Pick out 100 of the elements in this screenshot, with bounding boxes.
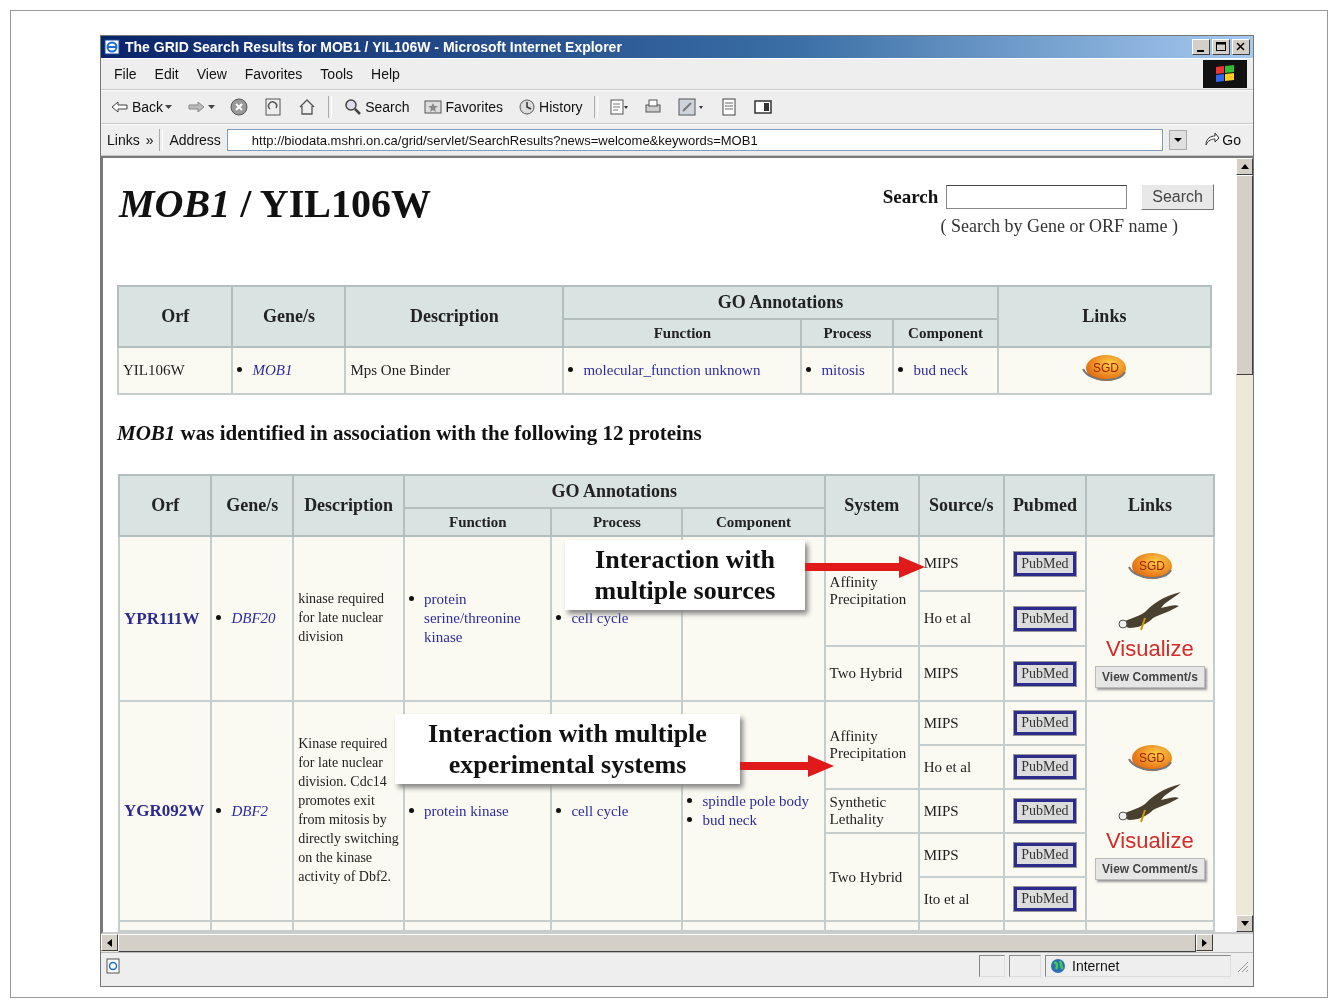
pubmed-button[interactable]: PubMed bbox=[1014, 799, 1076, 823]
table-cell: Kinase required for late nuclear division. Cdc14 promotes exit from mitosis by directly switching on the kinase activity of Dbf2. bbox=[293, 701, 405, 921]
visualize-link[interactable]: Visualize bbox=[1106, 635, 1194, 662]
term-link[interactable]: cell cycle bbox=[571, 801, 629, 821]
bullet-icon bbox=[687, 817, 693, 822]
scroll-up-icon[interactable] bbox=[1240, 164, 1249, 169]
search-field[interactable] bbox=[946, 185, 1128, 209]
orf-link[interactable]: YGR092W bbox=[124, 801, 205, 820]
column-header: System bbox=[824, 475, 919, 536]
toolbar-button[interactable]: Back bbox=[107, 95, 176, 119]
search-button[interactable]: Search bbox=[1141, 184, 1214, 210]
window-title: The GRID Search Results for MOB1 / YIL106W - Microsoft Internet Explorer bbox=[125, 39, 622, 55]
bullet-icon bbox=[806, 367, 812, 373]
bullet-icon bbox=[556, 615, 562, 621]
column-header: Description bbox=[293, 475, 405, 536]
maximize-icon[interactable] bbox=[1212, 39, 1230, 55]
status-pane bbox=[979, 955, 1005, 977]
table-cell: MIPS bbox=[918, 833, 1004, 877]
favorites-icon[interactable] bbox=[423, 97, 444, 117]
column-header: Process bbox=[801, 319, 894, 347]
globe-icon bbox=[1050, 958, 1066, 974]
chevron-icon[interactable]: » bbox=[145, 132, 154, 148]
address-field[interactable]: http://biodata.mshri.on.ca/grid/servlet/SearchResults?news=welcome&keywords=MOB1 bbox=[226, 129, 1164, 151]
caret-icon[interactable] bbox=[208, 104, 216, 110]
table-cell: YIL106W bbox=[118, 347, 233, 394]
status-pane bbox=[1009, 955, 1041, 977]
scroll-down-icon[interactable] bbox=[1240, 921, 1249, 926]
menu-item[interactable]: Tools bbox=[313, 64, 361, 84]
table-cell: Two Hybrid bbox=[824, 646, 919, 701]
search-label: Search bbox=[882, 186, 939, 208]
menu-item[interactable]: Edit bbox=[147, 64, 186, 84]
column-header: Function bbox=[404, 508, 552, 536]
pubmed-button[interactable]: PubMed bbox=[1014, 887, 1076, 911]
flag-icon bbox=[1214, 64, 1236, 84]
orf-link[interactable]: YPR111W bbox=[124, 608, 200, 628]
column-header: Gene/s bbox=[211, 475, 294, 536]
caret-icon bbox=[1174, 137, 1183, 143]
history-icon[interactable] bbox=[517, 97, 538, 117]
column-group-header: GO Annotations bbox=[563, 286, 998, 319]
scroll-left-icon[interactable] bbox=[107, 938, 112, 947]
visualize-link[interactable]: Visualize bbox=[1106, 828, 1194, 854]
pubmed-button[interactable]: PubMed bbox=[1014, 661, 1076, 686]
table-cell: MIPS bbox=[918, 701, 1004, 745]
search-hint: ( Search by Gene or ORF name ) bbox=[940, 216, 1178, 237]
column-header: Function bbox=[563, 319, 802, 347]
pubmed-button[interactable]: PubMed bbox=[1014, 606, 1076, 631]
view-comments-button[interactable]: View Comment/s bbox=[1095, 665, 1205, 688]
pubmed-button[interactable]: PubMed bbox=[1014, 755, 1076, 779]
menu-item[interactable]: Help bbox=[364, 64, 407, 84]
vertical-scrollbar[interactable] bbox=[1236, 158, 1253, 932]
caret-icon[interactable] bbox=[165, 104, 173, 110]
gene-link[interactable]: MOB1 bbox=[252, 361, 293, 380]
browser-icon bbox=[104, 39, 120, 55]
menu-item[interactable]: Favorites bbox=[237, 64, 310, 84]
menu-item[interactable]: File bbox=[107, 64, 144, 84]
term-link[interactable]: spindle pole body bbox=[702, 792, 810, 811]
page-heading: MOB1 / YIL106W bbox=[119, 184, 431, 228]
bullet-icon bbox=[216, 807, 222, 813]
column-header: Source/s bbox=[918, 475, 1004, 536]
links-label[interactable]: Links bbox=[107, 132, 140, 148]
term-link[interactable]: cell cycle bbox=[571, 609, 629, 628]
column-header: Links bbox=[1085, 475, 1214, 536]
resize-grip-icon[interactable] bbox=[1235, 959, 1249, 973]
term-link[interactable]: protein kinase bbox=[424, 801, 509, 821]
bullet-icon bbox=[409, 596, 415, 602]
horizontal-scrollbar[interactable] bbox=[101, 934, 1213, 952]
toolbar-button[interactable]: History bbox=[514, 95, 586, 119]
bullet-icon bbox=[687, 798, 693, 804]
menu-item[interactable]: View bbox=[189, 64, 234, 84]
go-button[interactable]: Go bbox=[1193, 132, 1247, 148]
minimize-icon[interactable] bbox=[1192, 39, 1210, 55]
term-link[interactable]: mitosis bbox=[821, 361, 865, 380]
bullet-icon bbox=[568, 367, 574, 373]
dropdown-button[interactable] bbox=[1169, 130, 1188, 150]
view-comments-button[interactable]: View Comment/s bbox=[1095, 858, 1205, 880]
close-icon[interactable] bbox=[1232, 39, 1250, 55]
term-link[interactable]: bud neck bbox=[702, 811, 758, 830]
scroll-right-icon[interactable] bbox=[1202, 938, 1207, 947]
callout-box: Interaction with multiple sources bbox=[565, 540, 805, 611]
table-cell: Ito et al bbox=[918, 877, 1004, 921]
column-header: Component bbox=[682, 508, 825, 536]
gene-link[interactable]: DBF2 bbox=[231, 801, 269, 821]
pubmed-button[interactable]: PubMed bbox=[1014, 843, 1076, 867]
page-icon bbox=[105, 958, 121, 974]
table-cell: MIPS bbox=[918, 646, 1004, 701]
toolbar-button[interactable]: Favorites bbox=[420, 95, 507, 119]
column-header: Description bbox=[345, 286, 564, 347]
gene-link[interactable]: DBF20 bbox=[231, 609, 276, 628]
pubmed-button[interactable]: PubMed bbox=[1014, 711, 1076, 735]
table-cell: Ho et al bbox=[918, 745, 1004, 789]
column-header: Orf bbox=[118, 286, 233, 347]
column-header: Links bbox=[997, 286, 1211, 347]
bullet-icon bbox=[216, 615, 222, 621]
column-header: Orf bbox=[119, 475, 212, 536]
table-cell: Two Hybrid bbox=[824, 833, 919, 921]
bullet-icon bbox=[409, 807, 415, 813]
table-cell: Ho et al bbox=[918, 591, 1004, 646]
pubmed-button[interactable]: PubMed bbox=[1014, 551, 1076, 576]
toolbar-button[interactable]: Search bbox=[340, 95, 413, 119]
column-header: Process bbox=[551, 508, 683, 536]
